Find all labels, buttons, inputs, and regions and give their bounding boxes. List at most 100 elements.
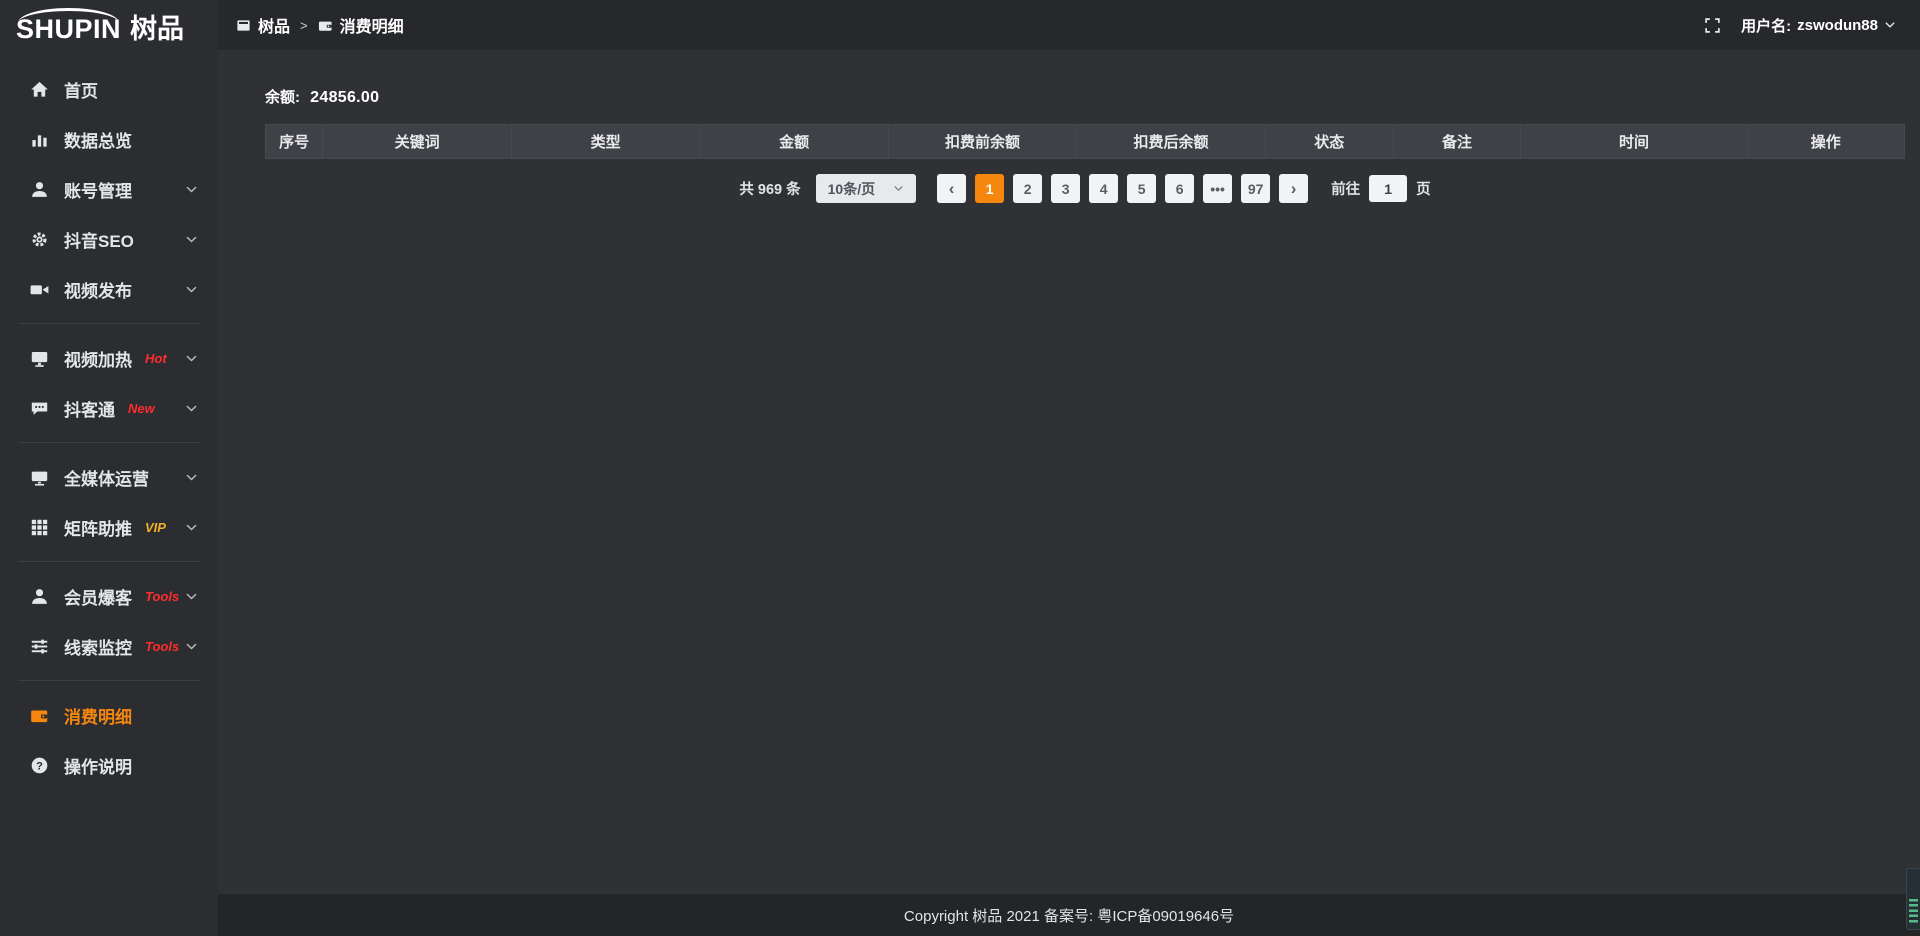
column-header: 金额	[700, 125, 888, 159]
fullscreen-icon[interactable]	[1704, 17, 1721, 34]
sidebar-divider	[18, 561, 200, 562]
breadcrumb: 树品 > 消费明细	[236, 13, 404, 37]
more-pages-button[interactable]: •••	[1203, 174, 1232, 203]
home-icon	[30, 80, 49, 99]
breadcrumb-label: 树品	[258, 13, 290, 37]
sidebar-item-video-publish[interactable]: 视频发布	[0, 264, 218, 314]
page-buttons: 123456 ••• 97	[975, 174, 1270, 203]
chevron-down-icon	[185, 521, 198, 534]
sidebar-item-douyin-seo[interactable]: 抖音SEO	[0, 214, 218, 264]
page-button-6[interactable]: 6	[1165, 174, 1194, 203]
member-icon	[30, 587, 49, 606]
sidebar-item-label: 视频加热	[64, 346, 132, 371]
page-button-5[interactable]: 5	[1127, 174, 1156, 203]
chevron-down-icon	[185, 471, 198, 484]
column-header: 序号	[266, 125, 323, 159]
monitor-icon	[30, 468, 49, 487]
chevron-down-icon	[185, 183, 198, 196]
logo: SHUPIN 树品	[0, 0, 218, 58]
balance: 余额: 24856.00	[265, 86, 1905, 107]
sidebar-divider	[18, 680, 200, 681]
column-header: 状态	[1265, 125, 1393, 159]
user-menu[interactable]: 用户名: zswodun88	[1741, 15, 1896, 36]
breadcrumb-separator: >	[300, 18, 308, 33]
breadcrumb-label: 消费明细	[340, 13, 404, 37]
sidebar: SHUPIN 树品 首页数据总览账号管理抖音SEO 视频发布视频加热Hot抖客通N…	[0, 0, 218, 936]
sidebar-item-label: 矩阵助推	[64, 515, 132, 540]
balance-label: 余额:	[265, 89, 300, 106]
chevron-down-icon	[185, 402, 198, 415]
sliders-icon	[30, 637, 49, 656]
page-button-4[interactable]: 4	[1089, 174, 1118, 203]
user-icon	[30, 180, 49, 199]
sidebar-item-label: 会员爆客	[64, 584, 132, 609]
goto-page: 前往 页	[1331, 175, 1431, 202]
page-button-1[interactable]: 1	[975, 174, 1004, 203]
sidebar-item-label: 数据总览	[64, 127, 132, 152]
chevron-down-icon	[1884, 19, 1896, 31]
goto-page-input[interactable]	[1369, 175, 1407, 202]
sidebar-divider	[18, 442, 200, 443]
sidebar-item-tag: New	[128, 401, 155, 416]
question-icon: ?	[30, 756, 49, 775]
sidebar-item-operation-guide[interactable]: ?操作说明	[0, 740, 218, 790]
sidebar-item-label: 全媒体运营	[64, 465, 149, 490]
prev-page-button[interactable]: ‹	[937, 174, 966, 203]
sidebar-item-douketong[interactable]: 抖客通New	[0, 383, 218, 433]
next-page-button[interactable]: ›	[1279, 174, 1308, 203]
sidebar-item-label: 消费明细	[64, 703, 132, 728]
sidebar-item-tag: Tools	[145, 639, 179, 654]
bar-chart-icon	[30, 130, 49, 149]
column-header: 备注	[1393, 125, 1521, 159]
sidebar-item-tag: Tools	[145, 589, 179, 604]
sidebar-item-leads-monitor[interactable]: 线索监控 Tools	[0, 621, 218, 671]
breadcrumb-item-current[interactable]: 消费明细	[318, 13, 404, 37]
app: SHUPIN 树品 首页数据总览账号管理抖音SEO 视频发布视频加热Hot抖客通N…	[0, 0, 1920, 936]
sidebar-item-video-heat[interactable]: 视频加热Hot	[0, 333, 218, 383]
goto-label: 前往	[1331, 178, 1360, 199]
chevron-down-icon	[185, 352, 198, 365]
column-header: 扣费前余额	[888, 125, 1076, 159]
gear-icon	[30, 230, 49, 249]
sidebar-item-label: 视频发布	[64, 277, 132, 302]
sidebar-item-data-overview[interactable]: 数据总览	[0, 114, 218, 164]
sidebar-item-consume-detail[interactable]: 消费明细	[0, 690, 218, 740]
wallet-icon	[318, 18, 333, 33]
sidebar-item-account-management[interactable]: 账号管理	[0, 164, 218, 214]
page-button-2[interactable]: 2	[1013, 174, 1042, 203]
sidebar-divider	[18, 323, 200, 324]
sidebar-item-home[interactable]: 首页	[0, 64, 218, 114]
panel-icon	[236, 18, 251, 33]
sidebar-item-matrix-boost[interactable]: 矩阵助推 VIP	[0, 502, 218, 552]
logo-text-cn: 树品	[130, 16, 184, 43]
pagination: 共 969 条 10条/页 ‹ 123456 ••• 97 › 前往 页	[265, 174, 1905, 203]
balance-value: 24856.00	[310, 89, 379, 106]
grid-icon	[30, 518, 49, 537]
copyright-text: Copyright 树品 2021 备案号: 粤ICP备09019646号	[904, 905, 1234, 926]
sidebar-item-tag: VIP	[145, 520, 166, 535]
total-count: 共 969 条	[739, 178, 800, 199]
sidebar-nav: 首页数据总览账号管理抖音SEO 视频发布视频加热Hot抖客通New 全媒体运营矩阵助…	[0, 58, 218, 790]
page-button-97[interactable]: 97	[1241, 174, 1270, 203]
chevron-down-icon	[185, 640, 198, 653]
breadcrumb-item-home[interactable]: 树品	[236, 13, 290, 37]
page-size-select[interactable]: 10条/页	[816, 174, 916, 203]
column-header: 操作	[1747, 125, 1904, 159]
floating-side-widget[interactable]	[1906, 868, 1920, 930]
column-header: 时间	[1521, 125, 1747, 159]
username-value: zswodun88	[1797, 17, 1878, 34]
chat-icon	[30, 399, 49, 418]
sidebar-item-label: 抖音SEO	[64, 227, 134, 252]
goto-suffix: 页	[1416, 178, 1431, 199]
sidebar-item-label: 线索监控	[64, 634, 132, 659]
column-header: 类型	[511, 125, 699, 159]
page-button-3[interactable]: 3	[1051, 174, 1080, 203]
chevron-down-icon	[185, 590, 198, 603]
sidebar-item-media-operation[interactable]: 全媒体运营	[0, 452, 218, 502]
consumption-table: 序号关键词类型金额扣费前余额扣费后余额状态备注时间操作	[265, 124, 1905, 159]
column-header: 扣费后余额	[1077, 125, 1265, 159]
topbar: 树品 > 消费明细 用户名: zswodun88	[218, 0, 1920, 50]
svg-text:?: ?	[36, 760, 43, 772]
sidebar-item-member-baoke[interactable]: 会员爆客 Tools	[0, 571, 218, 621]
topbar-right: 用户名: zswodun88	[1704, 15, 1896, 36]
